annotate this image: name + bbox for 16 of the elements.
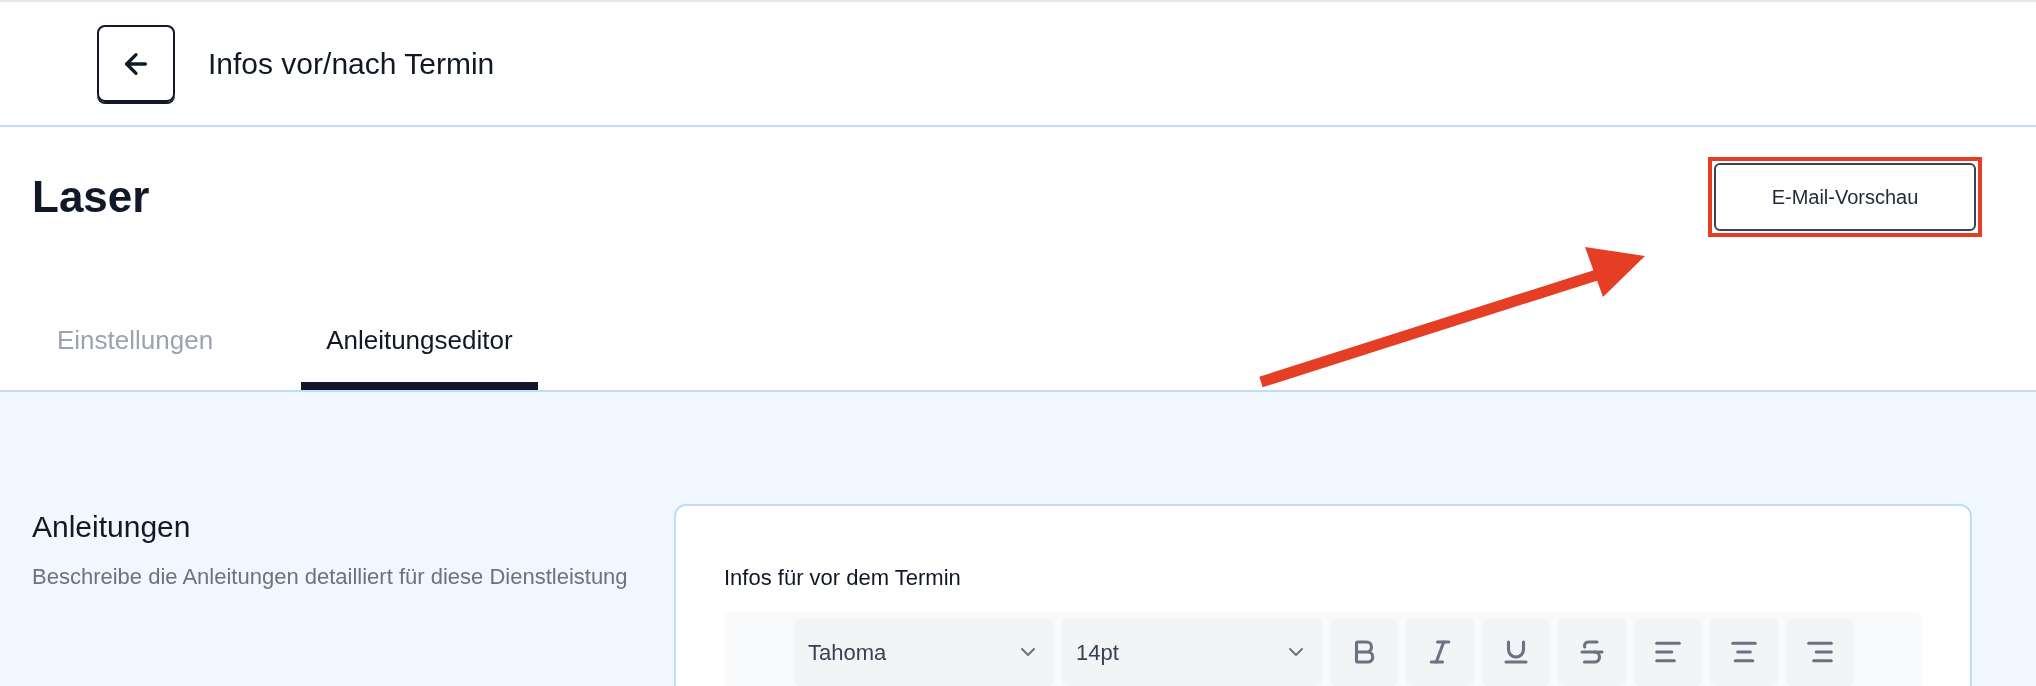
align-left-button[interactable] xyxy=(1634,618,1702,686)
font-select[interactable]: Tahoma xyxy=(794,618,1054,686)
header-title: Infos vor/nach Termin xyxy=(208,46,495,82)
bold-button[interactable] xyxy=(1330,618,1398,686)
italic-button[interactable] xyxy=(1406,618,1474,686)
section-heading: Anleitungen xyxy=(32,509,192,545)
strikethrough-button[interactable] xyxy=(1558,618,1626,686)
email-preview-button[interactable]: E-Mail-Vorschau xyxy=(1714,163,1976,231)
align-right-button[interactable] xyxy=(1786,618,1854,686)
section-description: Beschreibe die Anleitungen detailliert für diese Dienstleistung xyxy=(32,563,629,591)
back-button[interactable] xyxy=(97,25,175,102)
underline-button[interactable] xyxy=(1482,618,1550,686)
size-select[interactable]: 14pt xyxy=(1062,618,1322,686)
editor-label: Infos für vor dem Termin xyxy=(724,564,962,592)
align-center-button[interactable] xyxy=(1710,618,1778,686)
page-title: Laser xyxy=(32,171,150,223)
